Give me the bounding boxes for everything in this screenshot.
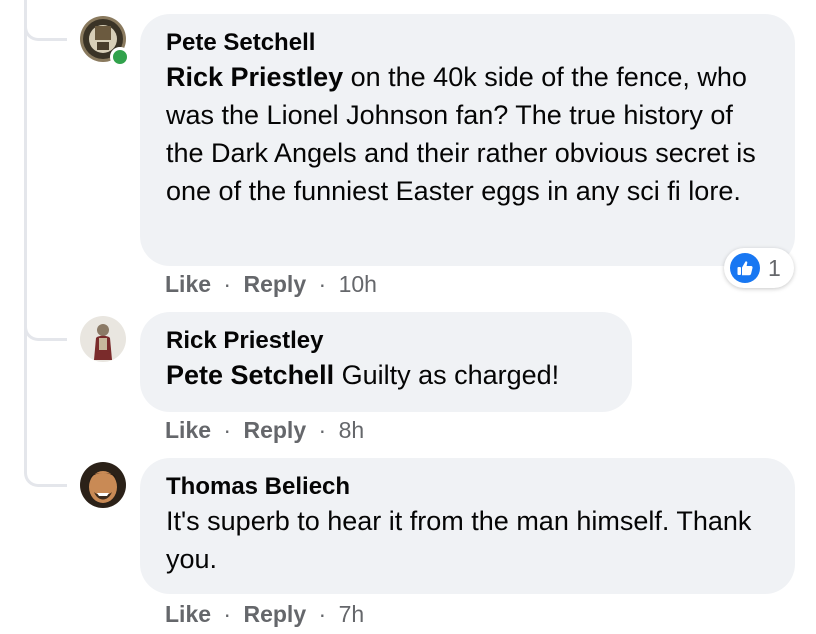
- avatar-image: [80, 462, 126, 508]
- comment-timestamp[interactable]: 7h: [339, 601, 365, 627]
- mention-link[interactable]: Rick Priestley: [166, 62, 343, 92]
- comment-actions: Like · Reply · 7h: [165, 601, 364, 628]
- online-status-dot: [110, 47, 130, 67]
- reply-button[interactable]: Reply: [243, 417, 306, 443]
- avatar[interactable]: [80, 462, 126, 508]
- reaction-count: 1: [768, 254, 781, 281]
- comment-text: Pete Setchell Guilty as charged!: [166, 356, 606, 394]
- comment-bubble: Rick Priestley Pete Setchell Guilty as c…: [140, 312, 632, 412]
- reply-button[interactable]: Reply: [243, 271, 306, 297]
- comment-text: Rick Priestley on the 40k side of the fe…: [166, 58, 769, 210]
- mention-link[interactable]: Pete Setchell: [166, 360, 334, 390]
- comment-actions: Like · Reply · 10h: [165, 271, 377, 298]
- comment-bubble: Thomas Beliech It's superb to hear it fr…: [140, 458, 795, 594]
- avatar-image: [80, 316, 126, 362]
- comment-actions: Like · Reply · 8h: [165, 417, 364, 444]
- thread-line: [24, 0, 67, 487]
- comment-author[interactable]: Rick Priestley: [166, 326, 606, 356]
- comment-body: Guilty as charged!: [334, 360, 560, 390]
- like-button[interactable]: Like: [165, 417, 211, 443]
- comment-author[interactable]: Thomas Beliech: [166, 472, 769, 502]
- avatar[interactable]: [80, 316, 126, 362]
- separator: ·: [223, 601, 232, 627]
- separator: ·: [223, 417, 232, 443]
- like-button[interactable]: Like: [165, 601, 211, 627]
- comment-text: It's superb to hear it from the man hims…: [166, 506, 752, 574]
- comment-timestamp[interactable]: 10h: [339, 271, 377, 297]
- separator: ·: [318, 417, 327, 443]
- reply-button[interactable]: Reply: [243, 601, 306, 627]
- reaction-summary[interactable]: 1: [724, 248, 794, 288]
- thumbs-up-icon: [730, 253, 760, 283]
- separator: ·: [318, 271, 327, 297]
- comment-author[interactable]: Pete Setchell: [166, 28, 769, 58]
- like-button[interactable]: Like: [165, 271, 211, 297]
- comment-timestamp[interactable]: 8h: [339, 417, 365, 443]
- separator: ·: [223, 271, 232, 297]
- separator: ·: [318, 601, 327, 627]
- comment-bubble: Pete Setchell Rick Priestley on the 40k …: [140, 14, 795, 266]
